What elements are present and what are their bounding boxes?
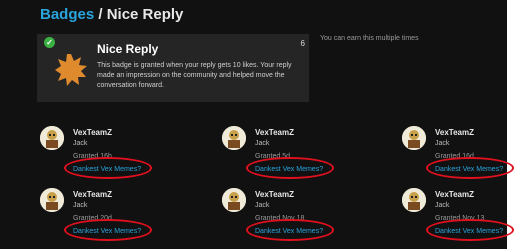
annotation-circle (64, 157, 152, 179)
avatar[interactable] (402, 126, 426, 150)
user-grant-card: VexTeamZ Jack Granted Nov 18 Dankest Vex Me… (222, 188, 362, 246)
badge-description: This badge is granted when your reply ge… (97, 62, 292, 89)
username-link[interactable]: VexTeamZ (255, 128, 294, 137)
badge-count: 6 (300, 39, 305, 48)
avatar-image (222, 126, 246, 150)
user-grant-card: VexTeamZ Jack Granted 16h Dankest Vex Memes… (40, 126, 180, 184)
avatar[interactable] (402, 188, 426, 212)
annotation-circle (426, 157, 514, 179)
username-link[interactable]: VexTeamZ (73, 128, 112, 137)
user-real-name: Jack (255, 202, 270, 209)
user-real-name: Jack (73, 140, 88, 147)
user-grant-card: VexTeamZ Jack Granted 20d Dankest Vex Memes… (40, 188, 180, 246)
user-real-name: Jack (435, 202, 450, 209)
avatar[interactable] (40, 126, 64, 150)
avatar-image (222, 188, 246, 212)
user-grant-card: VexTeamZ Jack Granted 16d Dankest Vex Memes… (402, 126, 517, 184)
avatar-image (402, 126, 426, 150)
annotation-circle (426, 219, 514, 241)
user-grant-card: VexTeamZ Jack Granted 5d Dankest Vex Memes? (222, 126, 362, 184)
breadcrumb-separator: / (94, 6, 107, 23)
page-title: Badges / Nice Reply (40, 6, 183, 23)
username-link[interactable]: VexTeamZ (73, 190, 112, 199)
badge-card: ✓ Nice Reply This badge is granted when … (37, 34, 309, 102)
user-real-name: Jack (73, 202, 88, 209)
avatar[interactable] (222, 188, 246, 212)
username-link[interactable]: VexTeamZ (435, 128, 474, 137)
user-real-name: Jack (255, 140, 270, 147)
annotation-circle (64, 219, 152, 241)
username-link[interactable]: VexTeamZ (435, 190, 474, 199)
badge-icon (50, 49, 92, 91)
user-real-name: Jack (435, 140, 450, 147)
avatar-image (40, 188, 64, 212)
avatar-image (402, 188, 426, 212)
annotation-circle (246, 157, 334, 179)
badge-page-title: Nice Reply (106, 6, 184, 23)
avatar[interactable] (40, 188, 64, 212)
breadcrumb-badges-link[interactable]: Badges (40, 6, 94, 23)
annotation-circle (246, 219, 334, 241)
gear-badge-icon (55, 54, 87, 86)
avatar[interactable] (222, 126, 246, 150)
badge-title: Nice Reply (97, 42, 159, 56)
check-icon: ✓ (44, 37, 55, 48)
user-grant-card: VexTeamZ Jack Granted Nov 13 Dankest Vex Me… (402, 188, 517, 246)
multiple-times-note: You can earn this multiple times (320, 35, 419, 42)
username-link[interactable]: VexTeamZ (255, 190, 294, 199)
avatar-image (40, 126, 64, 150)
